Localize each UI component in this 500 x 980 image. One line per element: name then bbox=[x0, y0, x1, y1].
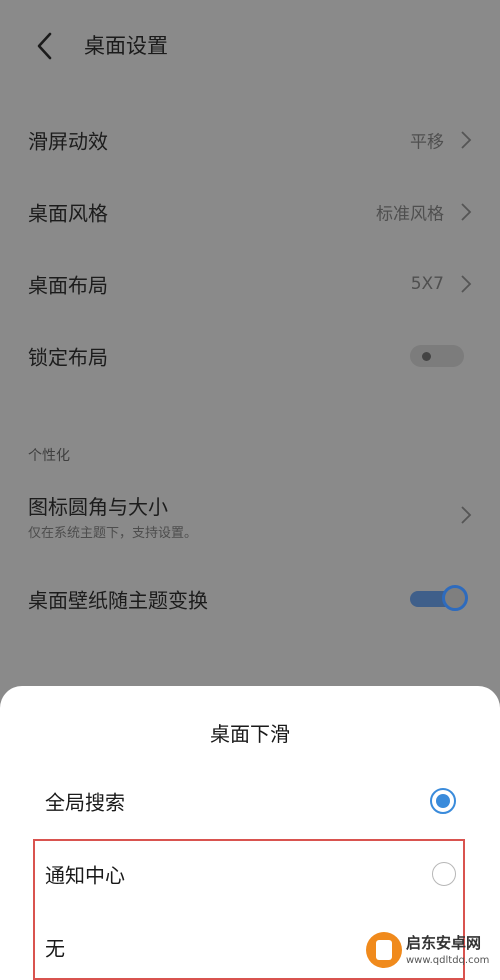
radio-selected-icon[interactable] bbox=[430, 788, 456, 814]
setting-label: 锁定布局 bbox=[28, 345, 108, 370]
option-label: 通知中心 bbox=[45, 863, 125, 888]
setting-value: 平移 bbox=[410, 132, 444, 153]
setting-row-swipe-effect[interactable]: 滑屏动效 平移 bbox=[0, 104, 500, 176]
setting-row-desktop-layout[interactable]: 桌面布局 5X7 bbox=[0, 248, 500, 320]
toggle-knob bbox=[442, 585, 468, 611]
page-title: 桌面设置 bbox=[84, 34, 168, 58]
option-label: 无 bbox=[45, 936, 65, 961]
top-bar: 桌面设置 bbox=[0, 0, 500, 90]
setting-subtitle: 仅在系统主题下，支持设置。 bbox=[28, 526, 198, 541]
sheet-title: 桌面下滑 bbox=[210, 722, 290, 746]
wallpaper-theme-toggle[interactable] bbox=[410, 585, 468, 613]
lock-layout-toggle[interactable] bbox=[410, 345, 464, 367]
option-label: 全局搜索 bbox=[45, 790, 125, 815]
setting-row-wallpaper-theme: 桌面壁纸随主题变换 bbox=[0, 563, 500, 635]
chevron-right-icon bbox=[461, 506, 472, 524]
setting-value: 标准风格 bbox=[376, 204, 444, 225]
setting-row-icon-style[interactable]: 图标圆角与大小 仅在系统主题下，支持设置。 bbox=[0, 483, 500, 549]
watermark-url: www.qdltdq.com bbox=[406, 955, 490, 966]
chevron-left-icon bbox=[37, 32, 52, 60]
chevron-right-icon bbox=[461, 275, 472, 293]
setting-label: 滑屏动效 bbox=[28, 129, 108, 154]
option-notification-center[interactable]: 通知中心 bbox=[0, 841, 500, 907]
setting-label: 图标圆角与大小 bbox=[28, 495, 168, 519]
setting-label: 桌面布局 bbox=[28, 273, 108, 298]
setting-label: 桌面壁纸随主题变换 bbox=[28, 588, 208, 613]
watermark-icon bbox=[366, 932, 402, 968]
watermark-name: 启东安卓网 bbox=[406, 934, 482, 952]
section-title: 个性化 bbox=[28, 448, 70, 464]
setting-value: 5X7 bbox=[410, 274, 444, 294]
chevron-right-icon bbox=[461, 203, 472, 221]
radio-unselected-icon[interactable] bbox=[432, 862, 456, 886]
setting-row-desktop-style[interactable]: 桌面风格 标准风格 bbox=[0, 176, 500, 248]
chevron-right-icon bbox=[461, 131, 472, 149]
back-button[interactable] bbox=[30, 28, 64, 64]
setting-label: 桌面风格 bbox=[28, 201, 108, 226]
option-global-search[interactable]: 全局搜索 bbox=[0, 768, 500, 834]
toggle-knob bbox=[422, 352, 431, 361]
setting-row-lock-layout: 锁定布局 bbox=[0, 320, 500, 392]
watermark-logo: 启东安卓网 www.qdltdq.com bbox=[366, 928, 494, 976]
